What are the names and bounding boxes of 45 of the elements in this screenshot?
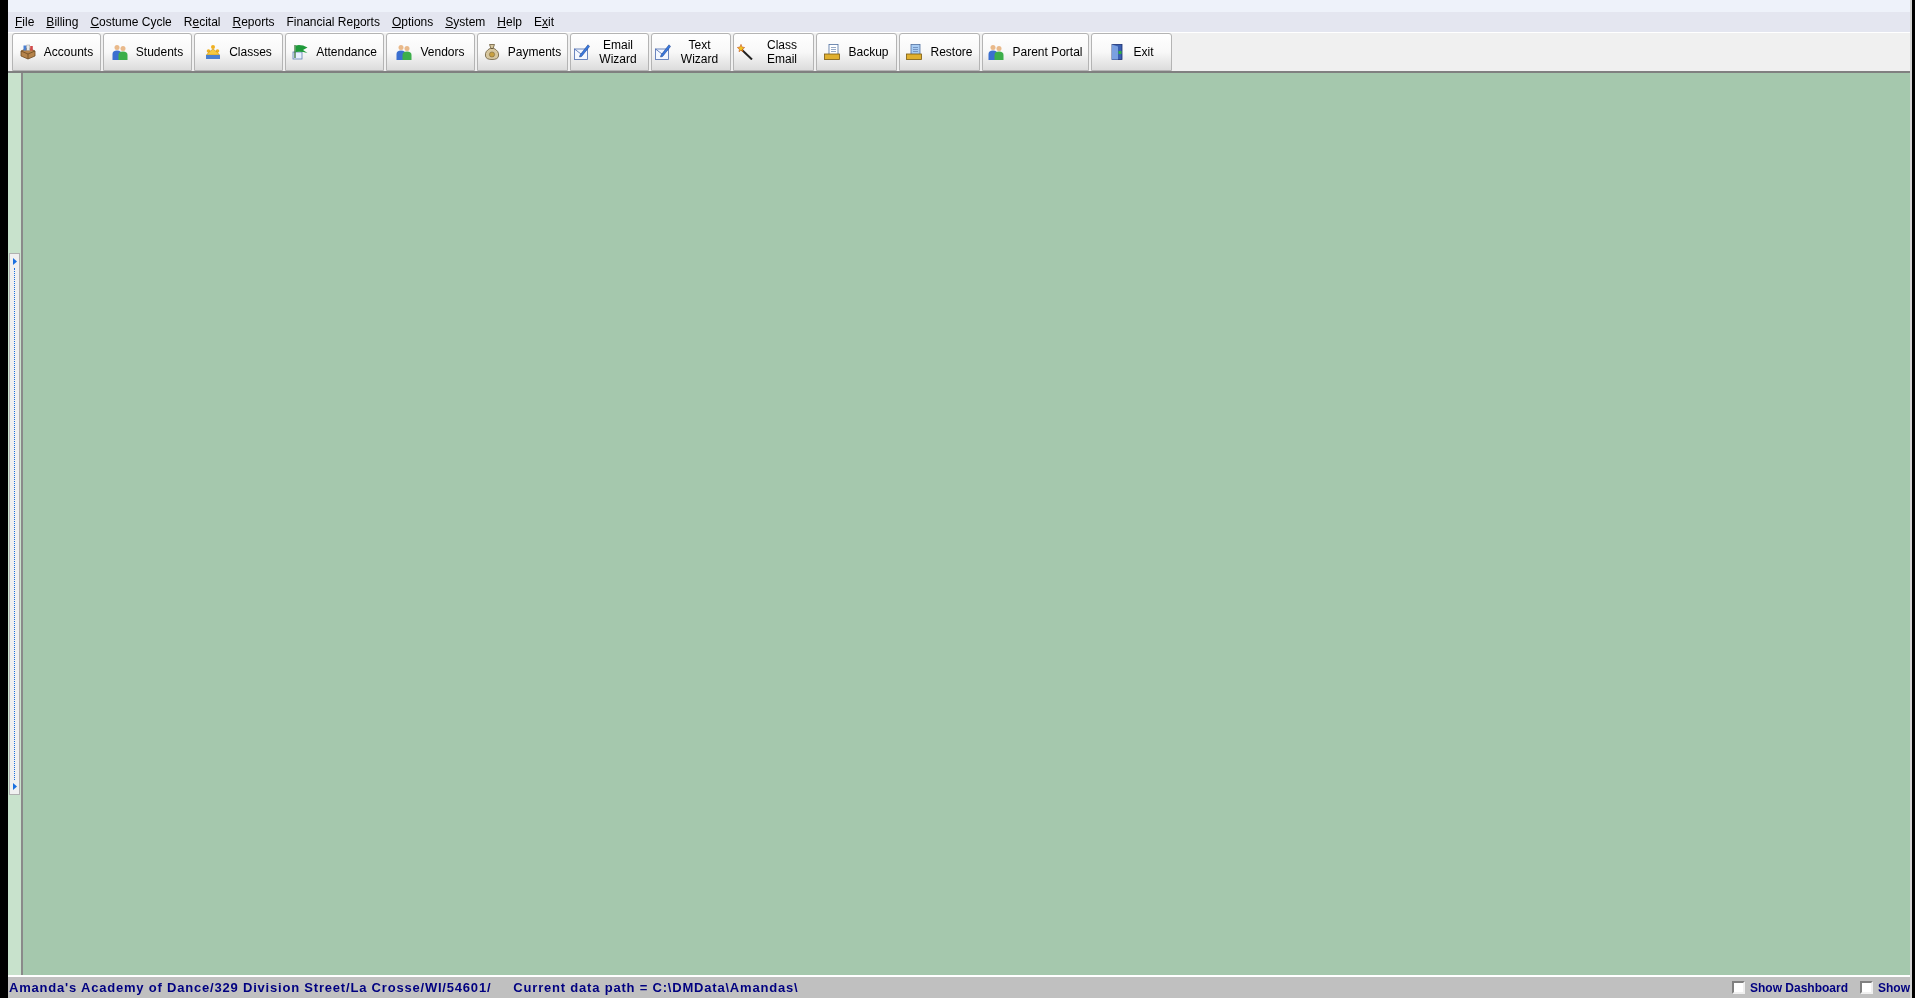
toolbar-button[interactable]: Restore [899, 33, 980, 71]
toolbar-button[interactable]: Backup [816, 33, 897, 71]
document-box-icon [824, 44, 841, 60]
checkbox[interactable] [1732, 981, 1745, 994]
address-text: Amanda's Academy of Dance/329 Division Street/La Crosse/WI/54601/ [9, 978, 492, 997]
menu-item[interactable]: File [10, 14, 40, 30]
menu-item[interactable]: Exit [529, 14, 559, 30]
envelope-pencil-icon [574, 44, 590, 60]
door-icon [1109, 44, 1126, 60]
checkbox-label: Show Dashboard [1750, 979, 1848, 997]
menu-item[interactable]: Billing [41, 14, 84, 30]
data-path-text: Current data path = C:\DMData\Amandas\ [513, 978, 799, 997]
flag-icon [292, 44, 309, 60]
people-icon [111, 44, 128, 60]
menu-item[interactable]: Financial Reports [281, 14, 385, 30]
checkbox[interactable] [1860, 981, 1873, 994]
toolbar-button[interactable]: Class Email [733, 33, 814, 71]
toolbar-button[interactable]: Classes [194, 33, 283, 71]
checkbox-label: Show [1878, 979, 1910, 997]
menu-item[interactable]: System [440, 14, 491, 30]
toolbar-button[interactable]: Email Wizard [570, 33, 649, 71]
toolbar-button[interactable]: Payments [477, 33, 568, 71]
envelope-pencil-icon [655, 44, 671, 60]
toolbar-button[interactable]: Vendors [386, 33, 475, 71]
menu-item[interactable]: Reports [227, 14, 280, 30]
toolbar-button[interactable]: Students [103, 33, 192, 71]
menu-item[interactable]: Recital [178, 14, 226, 30]
toolbar-button[interactable]: Accounts [12, 33, 101, 71]
toolbar-button[interactable]: Parent Portal [982, 33, 1089, 71]
toolbar-button[interactable]: Exit [1091, 33, 1172, 71]
caret-right-icon [12, 783, 17, 790]
magic-wand-icon [737, 44, 753, 60]
caret-right-icon [12, 258, 17, 265]
group-icon [205, 44, 222, 60]
people-icon [988, 44, 1005, 60]
box-icon [19, 44, 36, 60]
toolbar-button[interactable]: Attendance [285, 33, 384, 71]
people-icon [396, 44, 413, 60]
menu-item[interactable]: Options [386, 14, 439, 30]
money-bag-icon [483, 44, 500, 60]
document-box-icon [906, 44, 923, 60]
toolbar-button[interactable]: Text Wizard [651, 33, 731, 71]
splitter-handle[interactable] [9, 253, 20, 795]
menu-item[interactable]: Costume Cycle [85, 14, 177, 30]
menu-item[interactable]: Help [492, 14, 527, 30]
